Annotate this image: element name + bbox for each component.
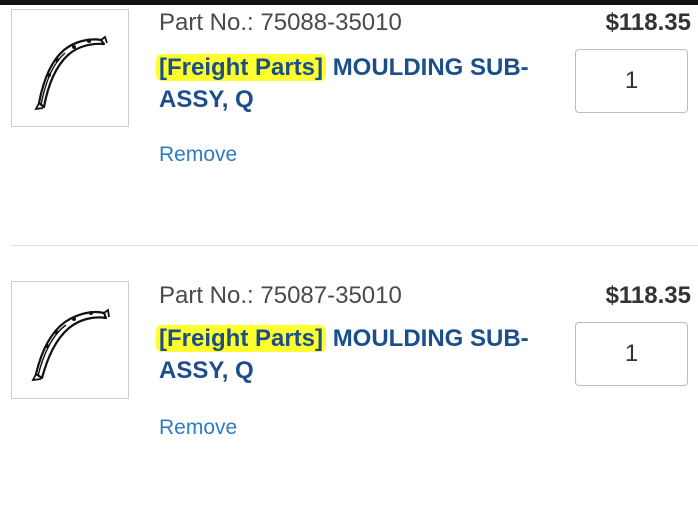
part-number-value: 75088-35010 <box>260 9 402 36</box>
remove-button[interactable]: Remove <box>159 143 237 167</box>
fender-moulding-icon <box>31 308 110 382</box>
quantity-input[interactable]: 1 <box>575 49 688 113</box>
item-divider <box>11 245 698 246</box>
cart-item: Part No.: 75087-35010 $118.35 [Freight P… <box>0 273 698 503</box>
product-thumbnail[interactable] <box>11 281 129 399</box>
part-number-label: Part No.: <box>159 282 254 309</box>
part-number: Part No.: 75087-35010 <box>159 282 402 310</box>
quantity-input[interactable]: 1 <box>575 322 688 386</box>
item-price: $118.35 <box>605 9 691 36</box>
fender-moulding-icon <box>34 35 108 111</box>
part-number-label: Part No.: <box>159 9 254 36</box>
product-title-link[interactable]: [Freight Parts] MOULDING SUB-ASSY, Q <box>156 323 571 387</box>
remove-button[interactable]: Remove <box>159 416 237 440</box>
freight-parts-tag: [Freight Parts] <box>156 54 327 81</box>
product-thumbnail[interactable] <box>11 9 129 127</box>
item-price: $118.35 <box>605 282 691 309</box>
part-number-value: 75087-35010 <box>260 282 402 309</box>
part-number: Part No.: 75088-35010 <box>159 9 402 37</box>
freight-parts-tag: [Freight Parts] <box>156 325 327 352</box>
product-title-link[interactable]: [Freight Parts] MOULDING SUB-ASSY, Q <box>156 52 571 116</box>
cart-item: Part No.: 75088-35010 $118.35 [Freight P… <box>0 0 698 230</box>
